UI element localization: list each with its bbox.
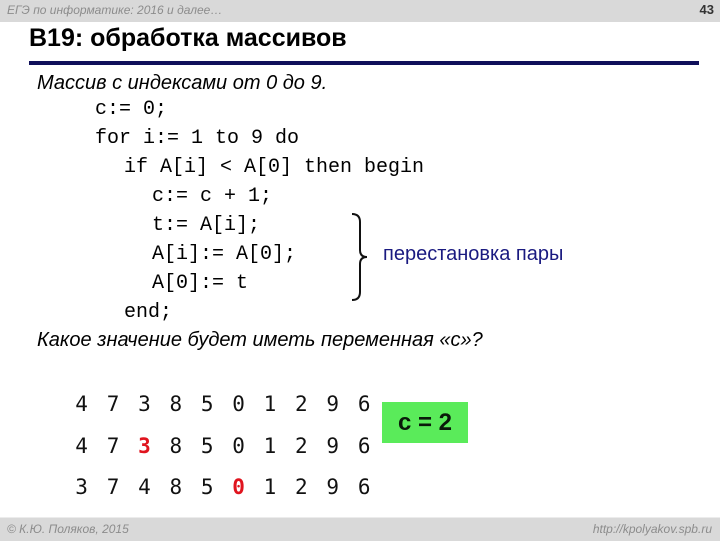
array-row-3: 3748501296 bbox=[50, 451, 389, 499]
code-line-4: c:= c + 1; bbox=[152, 185, 273, 208]
course-title: ЕГЭ по информатике: 2016 и далее… bbox=[7, 3, 223, 17]
author-url-link[interactable]: http://kpolyakov.spb.ru bbox=[593, 522, 712, 536]
question-text: Какое значение будет иметь переменная «с… bbox=[37, 329, 483, 351]
code-line-2: for i:= 1 to 9 do bbox=[95, 127, 300, 150]
footer-bar: © К.Ю. Поляков, 2015 http://kpolyakov.sp… bbox=[0, 517, 720, 541]
copyright-text: © К.Ю. Поляков, 2015 bbox=[7, 522, 129, 536]
code-line-7: A[0]:= t bbox=[152, 272, 249, 295]
array-value: 8 bbox=[169, 475, 183, 499]
code-line-6: A[i]:= A[0]; bbox=[152, 243, 297, 266]
array-value-highlighted: 0 bbox=[232, 475, 245, 499]
code-line-3: if A[i] < A[0] then begin bbox=[124, 156, 425, 179]
header-bar: ЕГЭ по информатике: 2016 и далее… 43 bbox=[0, 0, 720, 22]
array-value: 1 bbox=[263, 475, 277, 499]
slide-number: 43 bbox=[699, 2, 714, 17]
result-badge: c = 2 bbox=[382, 402, 468, 443]
code-line-1: c:= 0; bbox=[95, 98, 168, 121]
swap-note: перестановка пары bbox=[383, 243, 564, 265]
intro-text: Массив с индексами от 0 до 9. bbox=[37, 72, 328, 94]
array-value: 3 bbox=[75, 475, 88, 499]
array-value: 2 bbox=[295, 475, 308, 499]
slide-title: B19: обработка массивов bbox=[29, 24, 347, 52]
array-value: 6 bbox=[357, 475, 371, 499]
code-line-8: end; bbox=[124, 301, 173, 324]
array-row-1: 4738501296 bbox=[50, 368, 389, 416]
curly-brace-icon bbox=[351, 213, 368, 301]
array-value: 9 bbox=[326, 475, 340, 499]
array-value: 4 bbox=[138, 475, 151, 499]
title-divider bbox=[29, 61, 699, 65]
array-value: 7 bbox=[106, 475, 120, 499]
array-value: 5 bbox=[200, 475, 214, 499]
code-line-5: t:= A[i]; bbox=[152, 214, 261, 237]
